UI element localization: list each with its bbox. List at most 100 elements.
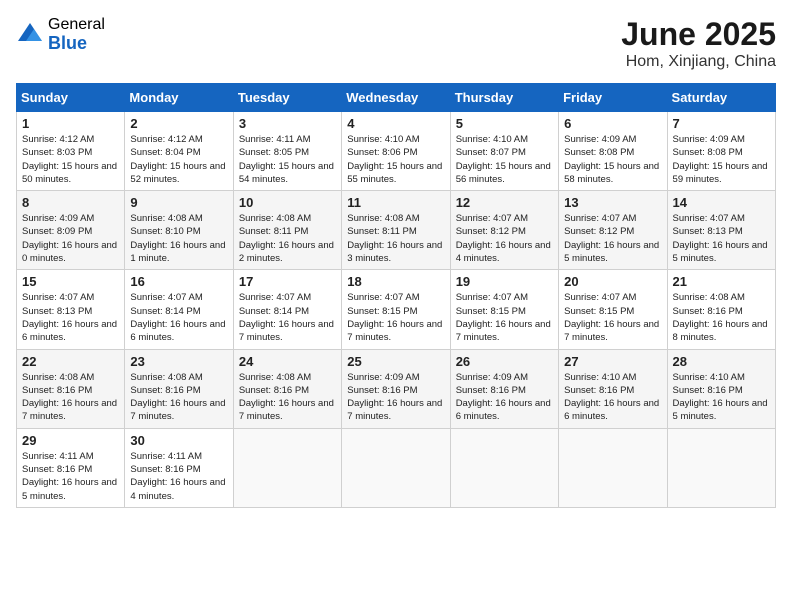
calendar-cell: 21 Sunrise: 4:08 AMSunset: 8:16 PMDaylig… xyxy=(667,270,775,349)
day-info: Sunrise: 4:08 AMSunset: 8:10 PMDaylight:… xyxy=(130,213,225,264)
calendar-cell xyxy=(667,428,775,507)
day-number: 8 xyxy=(22,195,119,210)
col-header-thursday: Thursday xyxy=(450,84,558,112)
day-info: Sunrise: 4:07 AMSunset: 8:14 PMDaylight:… xyxy=(130,292,225,343)
logo: General Blue xyxy=(16,16,105,53)
day-info: Sunrise: 4:07 AMSunset: 8:15 PMDaylight:… xyxy=(347,292,442,343)
logo-blue: Blue xyxy=(48,34,105,54)
day-number: 10 xyxy=(239,195,336,210)
month-title: June 2025 xyxy=(621,16,776,53)
day-info: Sunrise: 4:11 AMSunset: 8:05 PMDaylight:… xyxy=(239,134,334,185)
day-info: Sunrise: 4:07 AMSunset: 8:12 PMDaylight:… xyxy=(564,213,659,264)
day-info: Sunrise: 4:12 AMSunset: 8:03 PMDaylight:… xyxy=(22,134,117,185)
calendar-cell: 10 Sunrise: 4:08 AMSunset: 8:11 PMDaylig… xyxy=(233,191,341,270)
day-number: 12 xyxy=(456,195,553,210)
day-number: 22 xyxy=(22,354,119,369)
calendar-cell xyxy=(342,428,450,507)
day-number: 16 xyxy=(130,274,227,289)
day-number: 28 xyxy=(673,354,770,369)
day-info: Sunrise: 4:07 AMSunset: 8:15 PMDaylight:… xyxy=(564,292,659,343)
day-info: Sunrise: 4:07 AMSunset: 8:13 PMDaylight:… xyxy=(673,213,768,264)
day-number: 25 xyxy=(347,354,444,369)
col-header-sunday: Sunday xyxy=(17,84,125,112)
calendar-cell: 30 Sunrise: 4:11 AMSunset: 8:16 PMDaylig… xyxy=(125,428,233,507)
day-number: 29 xyxy=(22,433,119,448)
day-info: Sunrise: 4:08 AMSunset: 8:11 PMDaylight:… xyxy=(239,213,334,264)
calendar-week-4: 22 Sunrise: 4:08 AMSunset: 8:16 PMDaylig… xyxy=(17,349,776,428)
calendar-cell: 5 Sunrise: 4:10 AMSunset: 8:07 PMDayligh… xyxy=(450,112,558,191)
header: General Blue June 2025 Hom, Xinjiang, Ch… xyxy=(16,16,776,71)
calendar-week-5: 29 Sunrise: 4:11 AMSunset: 8:16 PMDaylig… xyxy=(17,428,776,507)
logo-text: General Blue xyxy=(48,16,105,53)
calendar-cell: 17 Sunrise: 4:07 AMSunset: 8:14 PMDaylig… xyxy=(233,270,341,349)
calendar-cell: 26 Sunrise: 4:09 AMSunset: 8:16 PMDaylig… xyxy=(450,349,558,428)
day-info: Sunrise: 4:07 AMSunset: 8:13 PMDaylight:… xyxy=(22,292,117,343)
day-number: 1 xyxy=(22,116,119,131)
day-number: 17 xyxy=(239,274,336,289)
calendar-cell: 16 Sunrise: 4:07 AMSunset: 8:14 PMDaylig… xyxy=(125,270,233,349)
day-info: Sunrise: 4:08 AMSunset: 8:16 PMDaylight:… xyxy=(22,372,117,423)
day-info: Sunrise: 4:08 AMSunset: 8:11 PMDaylight:… xyxy=(347,213,442,264)
col-header-monday: Monday xyxy=(125,84,233,112)
calendar-cell: 27 Sunrise: 4:10 AMSunset: 8:16 PMDaylig… xyxy=(559,349,667,428)
day-info: Sunrise: 4:10 AMSunset: 8:16 PMDaylight:… xyxy=(564,372,659,423)
logo-icon xyxy=(16,21,44,49)
day-number: 9 xyxy=(130,195,227,210)
day-number: 3 xyxy=(239,116,336,131)
col-header-wednesday: Wednesday xyxy=(342,84,450,112)
day-info: Sunrise: 4:07 AMSunset: 8:15 PMDaylight:… xyxy=(456,292,551,343)
calendar-cell: 12 Sunrise: 4:07 AMSunset: 8:12 PMDaylig… xyxy=(450,191,558,270)
calendar-cell: 22 Sunrise: 4:08 AMSunset: 8:16 PMDaylig… xyxy=(17,349,125,428)
day-number: 13 xyxy=(564,195,661,210)
calendar-cell: 20 Sunrise: 4:07 AMSunset: 8:15 PMDaylig… xyxy=(559,270,667,349)
logo-general: General xyxy=(48,16,105,34)
calendar-cell: 6 Sunrise: 4:09 AMSunset: 8:08 PMDayligh… xyxy=(559,112,667,191)
day-number: 21 xyxy=(673,274,770,289)
day-number: 24 xyxy=(239,354,336,369)
day-info: Sunrise: 4:10 AMSunset: 8:06 PMDaylight:… xyxy=(347,134,442,185)
day-number: 20 xyxy=(564,274,661,289)
location: Hom, Xinjiang, China xyxy=(621,53,776,71)
day-info: Sunrise: 4:10 AMSunset: 8:07 PMDaylight:… xyxy=(456,134,551,185)
calendar-cell: 4 Sunrise: 4:10 AMSunset: 8:06 PMDayligh… xyxy=(342,112,450,191)
calendar-cell: 7 Sunrise: 4:09 AMSunset: 8:08 PMDayligh… xyxy=(667,112,775,191)
day-number: 2 xyxy=(130,116,227,131)
day-info: Sunrise: 4:10 AMSunset: 8:16 PMDaylight:… xyxy=(673,372,768,423)
day-number: 4 xyxy=(347,116,444,131)
calendar-cell: 13 Sunrise: 4:07 AMSunset: 8:12 PMDaylig… xyxy=(559,191,667,270)
day-info: Sunrise: 4:09 AMSunset: 8:08 PMDaylight:… xyxy=(564,134,659,185)
calendar-cell: 24 Sunrise: 4:08 AMSunset: 8:16 PMDaylig… xyxy=(233,349,341,428)
day-info: Sunrise: 4:09 AMSunset: 8:16 PMDaylight:… xyxy=(347,372,442,423)
calendar-cell: 18 Sunrise: 4:07 AMSunset: 8:15 PMDaylig… xyxy=(342,270,450,349)
day-info: Sunrise: 4:08 AMSunset: 8:16 PMDaylight:… xyxy=(130,372,225,423)
day-info: Sunrise: 4:07 AMSunset: 8:14 PMDaylight:… xyxy=(239,292,334,343)
day-info: Sunrise: 4:11 AMSunset: 8:16 PMDaylight:… xyxy=(22,451,117,502)
calendar-cell xyxy=(450,428,558,507)
day-info: Sunrise: 4:09 AMSunset: 8:08 PMDaylight:… xyxy=(673,134,768,185)
day-number: 19 xyxy=(456,274,553,289)
calendar-cell: 8 Sunrise: 4:09 AMSunset: 8:09 PMDayligh… xyxy=(17,191,125,270)
col-header-tuesday: Tuesday xyxy=(233,84,341,112)
calendar-header-row: SundayMondayTuesdayWednesdayThursdayFrid… xyxy=(17,84,776,112)
calendar: SundayMondayTuesdayWednesdayThursdayFrid… xyxy=(16,83,776,508)
title-area: June 2025 Hom, Xinjiang, China xyxy=(621,16,776,71)
day-info: Sunrise: 4:12 AMSunset: 8:04 PMDaylight:… xyxy=(130,134,225,185)
calendar-week-2: 8 Sunrise: 4:09 AMSunset: 8:09 PMDayligh… xyxy=(17,191,776,270)
calendar-cell: 28 Sunrise: 4:10 AMSunset: 8:16 PMDaylig… xyxy=(667,349,775,428)
calendar-cell: 9 Sunrise: 4:08 AMSunset: 8:10 PMDayligh… xyxy=(125,191,233,270)
col-header-saturday: Saturday xyxy=(667,84,775,112)
day-number: 5 xyxy=(456,116,553,131)
calendar-cell xyxy=(233,428,341,507)
day-info: Sunrise: 4:08 AMSunset: 8:16 PMDaylight:… xyxy=(239,372,334,423)
calendar-week-1: 1 Sunrise: 4:12 AMSunset: 8:03 PMDayligh… xyxy=(17,112,776,191)
day-info: Sunrise: 4:09 AMSunset: 8:16 PMDaylight:… xyxy=(456,372,551,423)
day-info: Sunrise: 4:09 AMSunset: 8:09 PMDaylight:… xyxy=(22,213,117,264)
day-number: 18 xyxy=(347,274,444,289)
day-number: 23 xyxy=(130,354,227,369)
day-number: 15 xyxy=(22,274,119,289)
day-number: 26 xyxy=(456,354,553,369)
calendar-cell: 19 Sunrise: 4:07 AMSunset: 8:15 PMDaylig… xyxy=(450,270,558,349)
calendar-cell xyxy=(559,428,667,507)
calendar-cell: 1 Sunrise: 4:12 AMSunset: 8:03 PMDayligh… xyxy=(17,112,125,191)
day-number: 27 xyxy=(564,354,661,369)
